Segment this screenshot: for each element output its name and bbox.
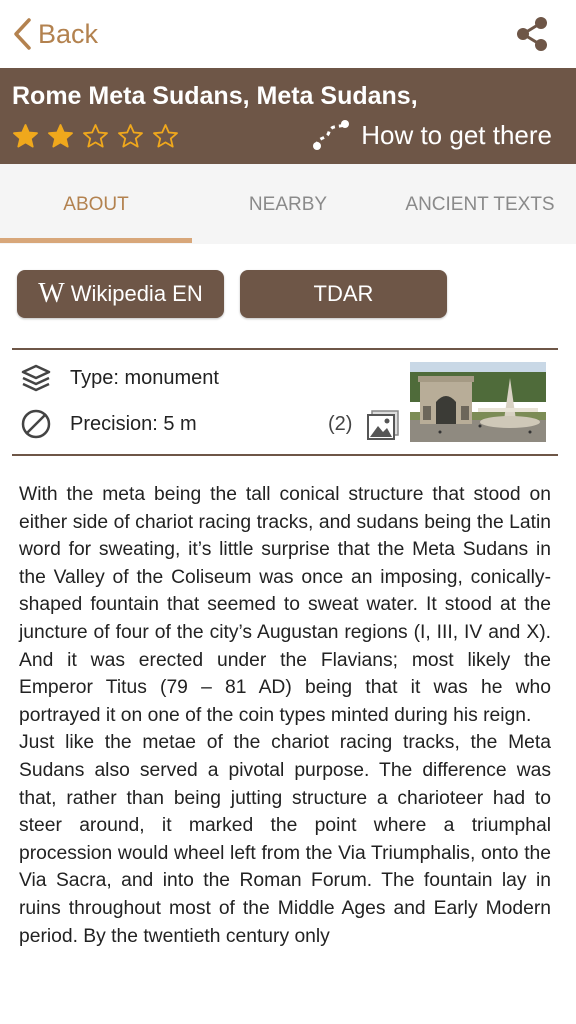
precision-icon	[21, 409, 51, 439]
wikipedia-icon: W	[38, 278, 65, 309]
share-button[interactable]	[512, 14, 552, 54]
tab-bar: ABOUT NEARBY ANCIENT TEXTS	[0, 164, 576, 244]
description-paragraph: With the meta being the tall conical str…	[19, 484, 551, 726]
how-to-label: How to get there	[361, 119, 552, 150]
description-text: With the meta being the tall conical str…	[19, 481, 551, 950]
rating-stars[interactable]	[8, 122, 183, 150]
description-paragraph: Just like the metae of the chariot racin…	[19, 732, 551, 947]
share-icon	[517, 17, 547, 51]
back-button[interactable]: Back	[12, 14, 98, 54]
chevron-left-icon	[14, 18, 31, 50]
tab-nearby[interactable]: NEARBY	[192, 194, 384, 216]
wikipedia-label: Wikipedia EN	[70, 281, 203, 306]
tab-ancient-texts[interactable]: ANCIENT TEXTS	[384, 194, 576, 216]
photo-gallery-icon[interactable]	[367, 410, 399, 440]
page-title: Rome Meta Sudans, Meta Sudans,	[12, 82, 418, 110]
back-label: Back	[38, 18, 99, 49]
tdar-button[interactable]: TDAR	[240, 270, 447, 318]
tab-about[interactable]: ABOUT	[0, 194, 192, 216]
star-filled-icon[interactable]	[8, 122, 43, 150]
precision-label: Precision: 5 m	[70, 412, 197, 435]
arch-photo	[410, 362, 546, 442]
type-label: Type: monument	[70, 366, 219, 389]
monument-thumbnail[interactable]	[410, 362, 546, 442]
top-nav-bar: Back	[0, 0, 576, 68]
route-icon	[313, 120, 350, 150]
how-to-get-there-button[interactable]: How to get there	[311, 118, 552, 152]
star-filled-icon[interactable]	[43, 122, 78, 150]
star-empty-icon[interactable]	[113, 122, 148, 150]
star-empty-icon[interactable]	[78, 122, 113, 150]
photo-count: (2)	[328, 413, 353, 435]
layers-icon	[21, 364, 51, 392]
precision-row: Precision: 5 m	[20, 408, 197, 440]
active-tab-indicator	[0, 238, 192, 243]
info-panel: Type: monument Precision: 5 m (2)	[12, 348, 558, 456]
type-row: Type: monument	[20, 362, 219, 394]
star-empty-icon[interactable]	[148, 122, 183, 150]
wikipedia-button[interactable]: W Wikipedia EN	[17, 270, 224, 318]
tdar-label: TDAR	[313, 281, 374, 306]
